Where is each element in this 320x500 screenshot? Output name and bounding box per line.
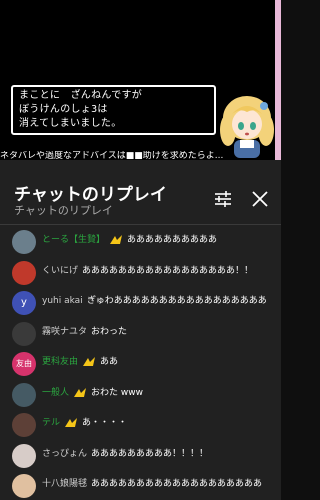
chat-message[interactable]: 十八娘陽毬 あああああああああああああああああああ: [0, 470, 281, 500]
chat-message[interactable]: とーる【生贄】 ああああああああああ: [0, 226, 281, 256]
author-avatar[interactable]: [12, 260, 36, 285]
message-text: おわった: [91, 326, 128, 337]
tune-icon[interactable]: [212, 188, 234, 210]
chat-message[interactable]: 一般人 おわた www: [0, 379, 281, 409]
chat-message[interactable]: 友由 更科友由 ああ: [0, 348, 281, 378]
author-name[interactable]: テル: [42, 417, 60, 429]
message-text: ぎゅわあああああああああああああああああ: [87, 296, 267, 306]
chat-message[interactable]: くいにげ あああああああああああああああああ！！: [0, 257, 281, 287]
author-avatar[interactable]: 友由: [12, 352, 36, 376]
message-text: あああああああああああああああああ！！: [82, 265, 254, 276]
author-avatar[interactable]: [12, 382, 36, 407]
dialog-line-2: ぼうけんのしょ3は: [19, 104, 108, 115]
chat-message-list[interactable]: とーる【生贄】 ああああああああああくいにげ あああああああああああああああああ！！…: [0, 226, 281, 500]
close-icon[interactable]: [249, 188, 271, 210]
author-name[interactable]: とーる【生贄】: [42, 234, 105, 246]
message-text: あ・・・・: [82, 418, 128, 428]
video-player[interactable]: まことに ざんねんですが ぼうけんのしょ3は 消えてしまいました。 ネタバレや過…: [0, 0, 281, 160]
dialog-line-1: まことに ざんねんですが: [19, 90, 143, 101]
game-dialog-box: まことに ざんねんですが ぼうけんのしょ3は 消えてしまいました。: [11, 85, 216, 135]
message-text: ああ: [100, 357, 119, 367]
chat-message[interactable]: y yuhi akai ぎゅわあああああああああああああああああ: [0, 287, 281, 317]
author-avatar[interactable]: [12, 413, 36, 437]
member-badge-icon: [65, 418, 77, 427]
author-name[interactable]: くいにげ: [42, 265, 78, 277]
panel-header: チャットのリプレイ チャットのリプレイ: [0, 160, 281, 224]
message-text: あああああああああ！！！！: [91, 448, 209, 459]
message-text: おわた www: [91, 387, 143, 398]
overlay-ticker: ネタバレや過度なアドバイスは■■助けを求めたらよ...: [0, 151, 224, 160]
author-name[interactable]: 一般人: [42, 387, 69, 399]
author-name[interactable]: yuhi akai: [42, 295, 83, 307]
author-name[interactable]: 霧咲ナユタ: [42, 326, 87, 338]
chat-replay-panel: チャットのリプレイ チャットのリプレイ とーる【生贄】 ああああああああああくいに…: [0, 160, 281, 500]
member-badge-icon: [83, 357, 95, 366]
author-name[interactable]: さっぴょん: [42, 448, 87, 460]
chat-message[interactable]: 霧咲ナユタ おわった: [0, 318, 281, 348]
dialog-line-3: 消えてしまいました。: [19, 118, 122, 129]
member-badge-icon: [110, 235, 122, 244]
chat-message[interactable]: さっぴょん あああああああああ！！！！: [0, 440, 281, 470]
member-badge-icon: [74, 387, 86, 397]
panel-subtitle: チャットのリプレイ: [14, 204, 113, 217]
author-avatar[interactable]: [12, 443, 36, 468]
vtuber-avatar: [220, 96, 274, 158]
header-divider: [0, 224, 281, 225]
author-name[interactable]: 更科友由: [42, 356, 78, 368]
message-text: ああああああああああ: [127, 235, 218, 245]
chat-message[interactable]: テル あ・・・・: [0, 409, 281, 439]
author-avatar[interactable]: y: [12, 291, 36, 315]
message-text: あああああああああああああああああああ: [91, 479, 263, 489]
author-avatar[interactable]: [12, 230, 36, 254]
author-avatar[interactable]: [12, 321, 36, 346]
author-name[interactable]: 十八娘陽毬: [42, 478, 87, 490]
author-avatar[interactable]: [12, 474, 36, 498]
